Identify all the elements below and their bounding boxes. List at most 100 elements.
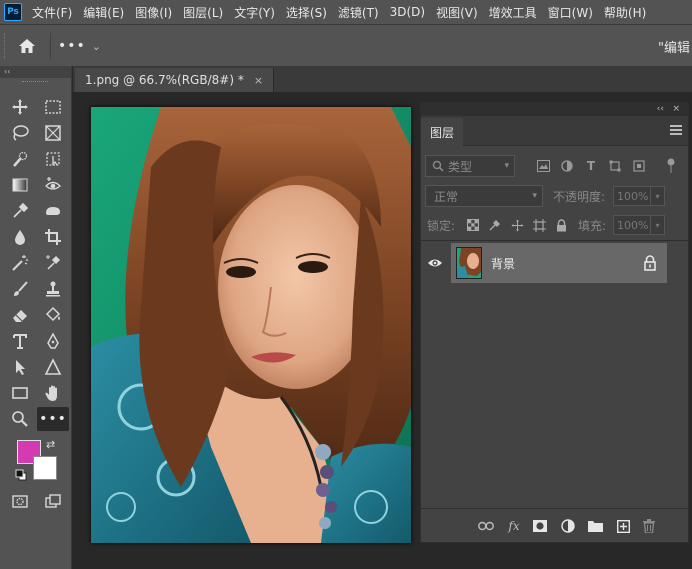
menu-select[interactable]: 选择(S)	[286, 4, 327, 21]
layer-row[interactable]: 背景	[421, 243, 688, 283]
more-options-button[interactable]: ••• ⌄	[58, 34, 102, 58]
link-icon[interactable]	[477, 517, 495, 535]
tab-layers[interactable]: 图层	[421, 118, 463, 146]
filter-shape-icon[interactable]	[607, 158, 623, 174]
opacity-input[interactable]: 100%	[613, 186, 651, 206]
home-button[interactable]	[14, 34, 40, 58]
frame-tool[interactable]	[39, 121, 67, 145]
menu-plugins[interactable]: 增效工具	[489, 4, 537, 21]
red-eye-tool[interactable]	[39, 173, 67, 197]
eyedropper-tool[interactable]	[6, 199, 34, 223]
toolbar-collapse[interactable]: ‹‹	[0, 66, 71, 78]
chevron-down-icon: ▾	[504, 161, 509, 171]
tools-panel: ‹‹ ••• ⇄	[0, 66, 72, 569]
image-canvas[interactable]	[91, 107, 411, 543]
zoom-tool[interactable]	[6, 407, 34, 431]
frame-icon	[45, 125, 61, 141]
lasso-tool[interactable]	[6, 121, 34, 145]
filter-adjustment-icon[interactable]	[559, 158, 575, 174]
crop-select-tool[interactable]	[39, 147, 67, 171]
lock-pixels-icon[interactable]	[487, 217, 503, 233]
lock-all-icon[interactable]	[553, 217, 569, 233]
panel-close-icon[interactable]: ×	[672, 103, 680, 116]
patch-tool[interactable]	[39, 199, 67, 223]
menu-window[interactable]: 窗口(W)	[548, 4, 593, 21]
options-separator	[50, 33, 51, 59]
chevron-down-icon[interactable]: ▾	[651, 215, 665, 235]
eye-icon[interactable]	[427, 255, 443, 271]
shape-triangle-tool[interactable]	[39, 355, 67, 379]
filter-type-icon[interactable]: T	[583, 158, 599, 174]
menu-layer[interactable]: 图层(L)	[183, 4, 223, 21]
menu-help[interactable]: 帮助(H)	[604, 4, 646, 21]
menu-file[interactable]: 文件(F)	[32, 4, 72, 21]
menu-3d[interactable]: 3D(D)	[390, 5, 425, 19]
layers-panel-footer: fx	[421, 508, 688, 542]
menu-type[interactable]: 文字(Y)	[234, 4, 275, 21]
hand-tool[interactable]	[39, 381, 67, 405]
menu-edit[interactable]: 编辑(E)	[83, 4, 124, 21]
gradient-tool[interactable]	[6, 173, 34, 197]
new-layer-icon[interactable]	[614, 517, 632, 535]
swap-colors-icon[interactable]: ⇄	[46, 438, 55, 451]
options-bar-grip[interactable]	[4, 33, 6, 59]
lock-position-icon[interactable]	[509, 217, 525, 233]
lock-transparent-icon[interactable]	[465, 217, 481, 233]
menu-image[interactable]: 图像(I)	[135, 4, 172, 21]
layer-filter-select[interactable]: 类型 ▾	[425, 155, 515, 177]
layer-filter-row: 类型 ▾ T	[425, 155, 685, 177]
chevron-down-icon[interactable]: ▾	[651, 186, 665, 206]
filter-toggle-icon[interactable]	[663, 158, 679, 174]
stamp-tool[interactable]	[39, 277, 67, 301]
pen-tool[interactable]	[39, 329, 67, 353]
fill-input[interactable]: 100%	[613, 215, 651, 235]
eyedropper-icon	[13, 202, 29, 218]
panel-menu-icon[interactable]	[670, 125, 682, 135]
edit-toolbar-label[interactable]: "编辑	[658, 37, 690, 56]
default-colors-icon[interactable]	[15, 469, 27, 481]
rectangle-tool[interactable]	[6, 381, 34, 405]
more-options-label: •••	[58, 38, 86, 54]
eraser-icon	[13, 310, 27, 322]
layer-thumbnail	[456, 247, 482, 279]
layer-item-background[interactable]: 背景	[451, 243, 667, 283]
lock-artboard-icon[interactable]	[531, 217, 547, 233]
background-color-swatch[interactable]	[33, 456, 57, 480]
menu-filter[interactable]: 滤镜(T)	[338, 4, 379, 21]
clone-stamp-icon	[46, 281, 60, 297]
quick-selection-tool[interactable]	[6, 147, 34, 171]
eraser-tool[interactable]	[6, 303, 34, 327]
layer-name: 背景	[491, 257, 516, 271]
filter-pixel-icon[interactable]	[535, 158, 551, 174]
group-folder-icon[interactable]	[586, 517, 604, 535]
path-selection-tool[interactable]	[6, 355, 34, 379]
lock-icon[interactable]	[643, 255, 657, 271]
close-icon[interactable]: ×	[254, 74, 263, 87]
toolbar-grip[interactable]	[22, 81, 48, 83]
quick-mask-button[interactable]	[6, 489, 34, 513]
blend-mode-select[interactable]: 正常 ▾	[425, 185, 543, 207]
edit-toolbar-button[interactable]: •••	[37, 407, 69, 431]
type-tool[interactable]	[6, 329, 34, 353]
layers-list: 背景	[421, 240, 688, 510]
fx-icon[interactable]: fx	[505, 517, 523, 535]
object-selection-icon	[46, 152, 60, 166]
document-tab[interactable]: 1.png @ 66.7%(RGB/8#) * ×	[75, 68, 275, 92]
paint-bucket-tool[interactable]	[39, 303, 67, 327]
filter-smart-object-icon[interactable]	[631, 158, 647, 174]
mask-icon[interactable]	[531, 517, 549, 535]
trash-icon[interactable]	[640, 517, 658, 535]
blur-tool[interactable]	[6, 225, 34, 249]
brush-tool[interactable]	[6, 277, 34, 301]
marquee-tool[interactable]	[39, 95, 67, 119]
water-drop-icon	[15, 230, 25, 245]
home-icon	[19, 39, 35, 53]
menu-view[interactable]: 视图(V)	[436, 4, 478, 21]
crop-tool[interactable]	[39, 225, 67, 249]
screen-mode-button[interactable]	[39, 489, 67, 513]
move-tool[interactable]	[6, 95, 34, 119]
color-sampler-tool[interactable]	[39, 251, 67, 275]
panel-collapse-icon[interactable]: ‹‹	[657, 103, 664, 116]
adjustment-icon[interactable]	[559, 517, 577, 535]
magic-wand-tool[interactable]	[6, 251, 34, 275]
